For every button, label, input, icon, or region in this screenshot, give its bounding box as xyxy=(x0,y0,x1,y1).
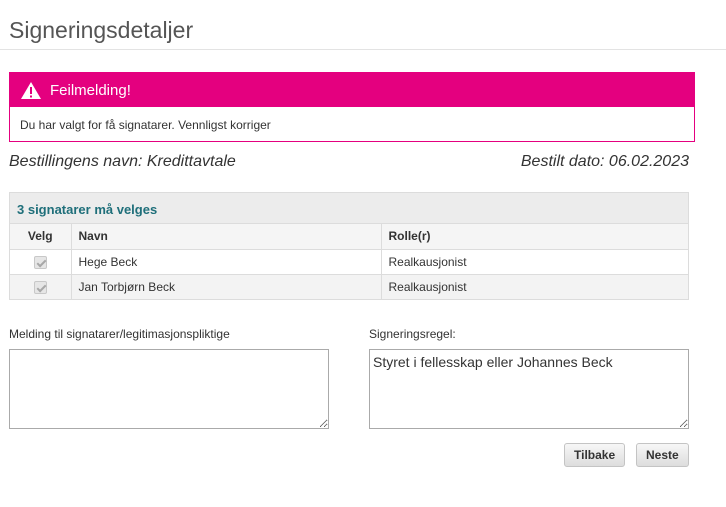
order-date: Bestilt dato: 06.02.2023 xyxy=(520,153,689,170)
back-button[interactable]: Tilbake xyxy=(564,443,626,467)
table-row: Hege Beck Realkausjonist xyxy=(10,249,688,274)
column-header-role: Rolle(r) xyxy=(381,224,688,250)
role-cell: Realkausjonist xyxy=(388,254,467,269)
signatories-panel: 3 signatarer må velges Velg Navn Rolle(r… xyxy=(9,192,689,300)
name-cell: Hege Beck xyxy=(71,249,382,274)
warning-icon xyxy=(20,81,42,100)
page-title: Signeringsdetaljer xyxy=(9,17,194,43)
message-field-label: Melding til signatarer/legitimasjonsplik… xyxy=(9,327,230,341)
order-name: Bestillingens navn: Kredittavtale xyxy=(9,153,236,170)
signatories-caption: 3 signatarer må velges xyxy=(10,193,688,224)
select-cell xyxy=(10,249,72,274)
error-alert-header: Feilmelding! xyxy=(10,73,694,107)
page-header: Signeringsdetaljer xyxy=(0,0,726,50)
column-header-name: Navn xyxy=(71,224,382,250)
select-cell xyxy=(10,274,72,299)
error-alert-message: Du har valgt for få signatarer. Vennligs… xyxy=(20,118,271,132)
signing-rule-label: Signeringsregel: xyxy=(369,327,456,341)
column-header-select: Velg xyxy=(10,224,72,250)
signing-rule-textarea[interactable]: Styret i fellesskap eller Johannes Beck xyxy=(369,349,689,429)
next-button[interactable]: Neste xyxy=(636,443,689,467)
table-row: Jan Torbjørn Beck Realkausjonist xyxy=(10,274,688,299)
order-info: Bestillingens navn: Kredittavtale Bestil… xyxy=(9,152,689,172)
signatories-table: Velg Navn Rolle(r) Hege Beck Realkausjon… xyxy=(10,224,688,299)
message-textarea[interactable] xyxy=(9,349,329,429)
error-alert: Feilmelding! Du har valgt for få signata… xyxy=(9,72,695,142)
select-checkbox[interactable] xyxy=(33,280,47,294)
role-cell: Realkausjonist xyxy=(388,279,467,294)
select-checkbox[interactable] xyxy=(33,255,47,269)
error-alert-title: Feilmelding! xyxy=(50,81,131,99)
name-cell: Jan Torbjørn Beck xyxy=(71,274,382,299)
table-header-row: Velg Navn Rolle(r) xyxy=(10,224,688,250)
